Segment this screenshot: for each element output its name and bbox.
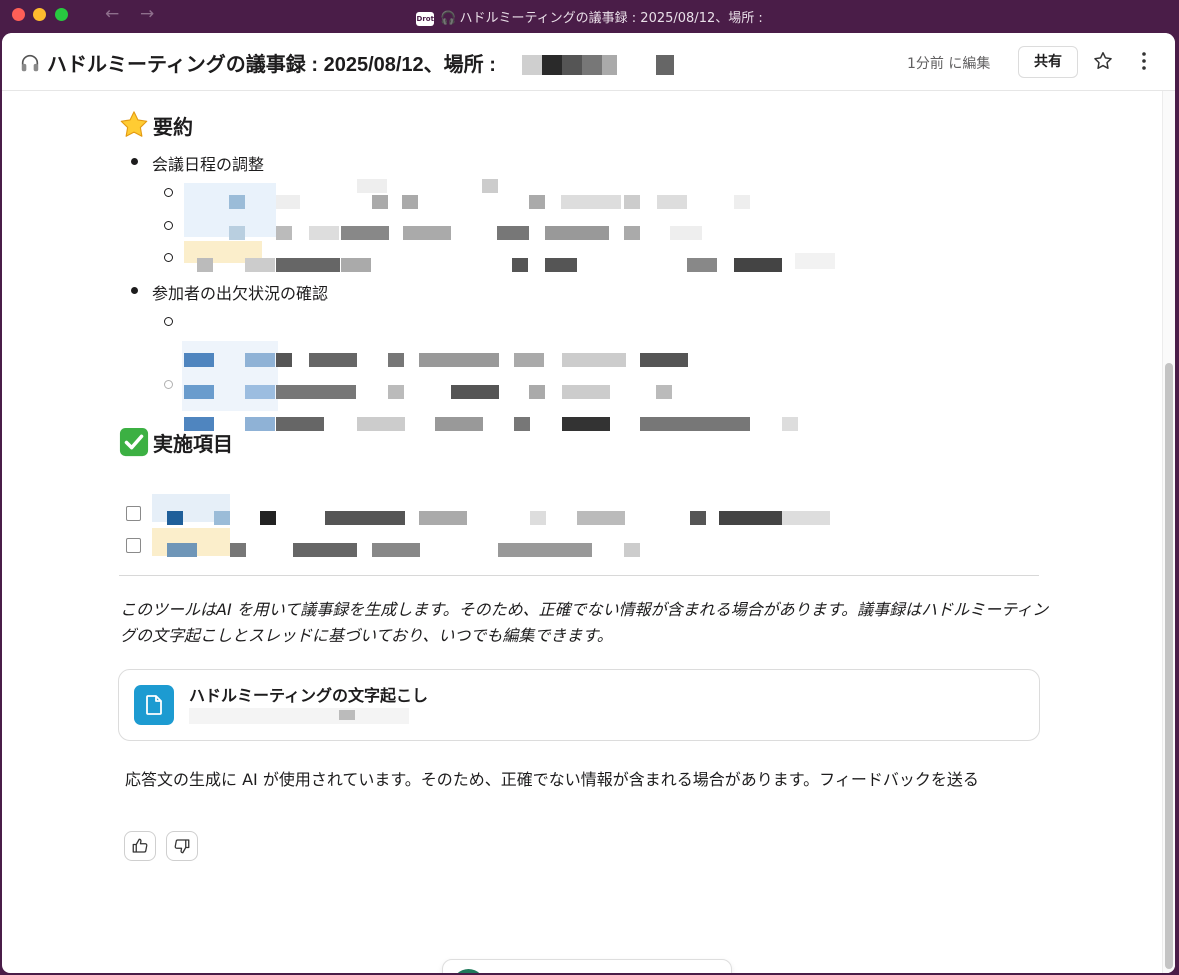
action-items-heading-text: 実施項目 (153, 431, 233, 456)
sub-bullet-icon (164, 380, 173, 389)
ai-disclaimer-text: このツールはAI を用いて議事録を生成します。そのため、正確でない情報が含まれる… (120, 600, 1049, 645)
sub-bullet-icon (164, 221, 173, 230)
bullet-icon (131, 158, 138, 165)
scrollbar[interactable] (1162, 91, 1175, 973)
summary-heading-text: 要約 (153, 114, 193, 139)
add-button[interactable] (452, 969, 485, 973)
bullet-icon (131, 287, 138, 294)
sub-bullet-icon (164, 188, 173, 197)
page-title[interactable]: ハドルミーティングの議事録 : 2025/08/12、場所 : (19, 48, 496, 77)
canvas-content: 要約 会議日程の調整 参加者の出欠状況の確認 実施項目 このツールはAI を用い… (2, 91, 1162, 973)
headphones-icon: 🎧 (440, 11, 457, 26)
action-items-heading: 実施項目 (119, 427, 233, 457)
app-badge-icon: Drot (416, 12, 435, 26)
star-emoji-icon (120, 111, 148, 137)
title-bar: ← → Drot 🎧 ハドルミーティングの議事録 : 2025/08/12、場所 : (0, 0, 1179, 33)
formatting-toolbar: Aa (442, 959, 732, 973)
transcript-title: ハドルミーティングの文字起こし (189, 686, 429, 705)
window-title-text: ハドルミーティングの議事録 : 2025/08/12、場所 : (459, 11, 763, 26)
task-checkbox[interactable] (126, 538, 141, 553)
thumbs-up-button[interactable] (124, 831, 156, 861)
share-button[interactable]: 共有 (1018, 46, 1078, 78)
more-options-icon[interactable] (1130, 47, 1158, 75)
star-icon[interactable] (1089, 47, 1117, 75)
check-mark-emoji-icon (119, 427, 149, 457)
headphones-icon (21, 54, 39, 72)
task-checkbox[interactable] (126, 506, 141, 521)
summary-heading: 要約 (119, 110, 193, 140)
thumbs-down-icon (174, 839, 190, 854)
redacted-location (522, 55, 682, 77)
list-item-schedule: 会議日程の調整 (152, 155, 265, 174)
thumbs-down-button[interactable] (166, 831, 198, 861)
canvas-header: ハドルミーティングの議事録 : 2025/08/12、場所 : 1分前 に編集 … (2, 33, 1175, 91)
scrollbar-thumb[interactable] (1165, 363, 1173, 969)
thumbs-up-icon (132, 838, 148, 853)
edited-timestamp: 1分前 に編集 (907, 56, 991, 72)
document-icon (134, 685, 174, 725)
page-title-text: ハドルミーティングの議事録 : 2025/08/12、場所 : (47, 54, 496, 76)
transcript-card[interactable]: ハドルミーティングの文字起こし (118, 669, 1040, 741)
ai-response-note: 応答文の生成に AI が使用されています。そのため、正確でない情報が含まれる場合… (125, 770, 979, 789)
redacted-card-subtitle (189, 708, 409, 724)
sub-bullet-icon (164, 317, 173, 326)
window-title: Drot 🎧 ハドルミーティングの議事録 : 2025/08/12、場所 : (0, 7, 1179, 26)
section-divider (119, 575, 1039, 576)
list-item-attendance: 参加者の出欠状況の確認 (152, 284, 329, 303)
canvas-window: ハドルミーティングの議事録 : 2025/08/12、場所 : 1分前 に編集 … (2, 33, 1175, 973)
sub-bullet-icon (164, 253, 173, 262)
